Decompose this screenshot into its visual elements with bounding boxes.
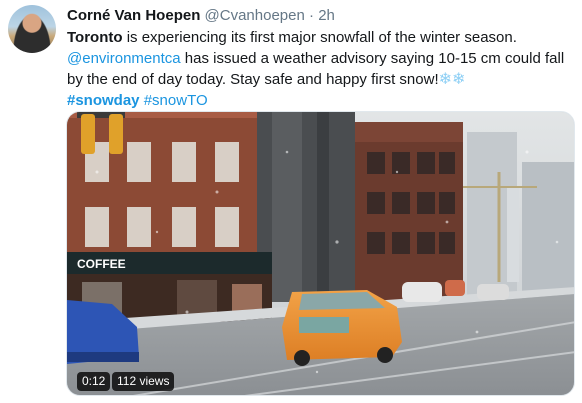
tweet-text-line-3-body: by the end of day today. Stay safe and h… [67, 71, 439, 88]
tweet-hashtags: #snowday #snowTO [67, 90, 572, 111]
separator-dot: · [309, 7, 315, 24]
hashtag-snowday[interactable]: #snowday [67, 92, 140, 109]
tweet-timestamp[interactable]: 2h [318, 7, 335, 24]
video-player[interactable]: COFFEE 0:12 112 views [66, 111, 575, 396]
tweet[interactable]: Corné Van Hoepen @Cvanhoepen · 2h Toront… [0, 0, 582, 403]
location-bold: Toronto [67, 29, 123, 46]
author-handle[interactable]: @Cvanhoepen [205, 7, 305, 24]
avatar[interactable] [8, 5, 56, 53]
tweet-header: Corné Van Hoepen @Cvanhoepen · 2h [67, 6, 335, 26]
tweet-text-line-2: @environmentca has issued a weather advi… [67, 48, 572, 69]
author-name[interactable]: Corné Van Hoepen [67, 7, 200, 24]
tweet-text-line-1: Toronto is experiencing its first major … [67, 27, 572, 48]
tweet-text: Toronto is experiencing its first major … [67, 27, 572, 111]
video-duration-badge: 0:12 [77, 372, 111, 391]
tweet-text-line-2-rest: has issued a weather advisory saying 10-… [180, 50, 565, 67]
video-frame: COFFEE [67, 112, 574, 395]
tweet-text-line-1-rest: is experiencing its first major snowfall… [122, 29, 517, 46]
storefront-sign: COFFEE [77, 257, 126, 271]
hashtag-snowto[interactable]: #snowTO [144, 92, 208, 109]
snowflake-emoji: ❄❄ [438, 71, 466, 88]
video-views-badge: 112 views [112, 372, 175, 391]
tweet-text-line-3: by the end of day today. Stay safe and h… [67, 69, 572, 90]
mention-link[interactable]: @environmentca [67, 50, 181, 67]
